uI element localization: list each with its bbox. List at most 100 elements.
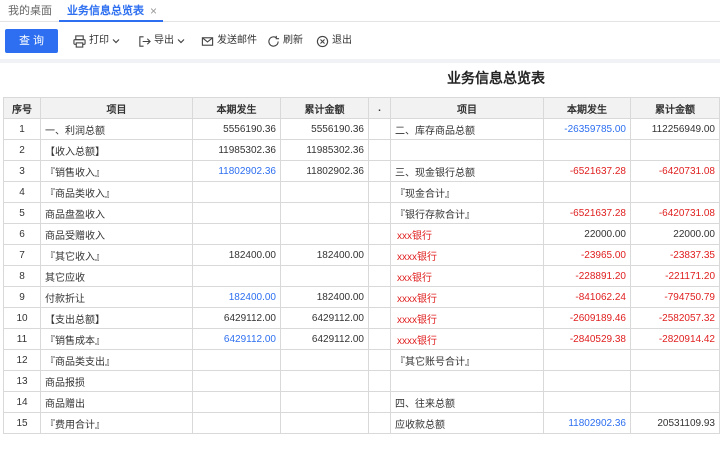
row-current-2 [543, 349, 631, 371]
refresh-label: 刷新 [283, 35, 303, 46]
row-current [192, 265, 281, 287]
table-row[interactable]: 2 【收入总额】 11985302.36 11985302.36 [3, 139, 720, 161]
row-no: 9 [3, 286, 41, 308]
exit-label: 退出 [332, 35, 352, 46]
row-total [280, 391, 369, 413]
row-current-2: -23965.00 [543, 244, 631, 266]
row-total-2: -221171.20 [630, 265, 720, 287]
exit-button[interactable]: 退出 [316, 31, 352, 51]
col-header-total-2[interactable]: 累计金额 [630, 97, 720, 119]
row-current [192, 349, 281, 371]
row-no: 10 [3, 307, 41, 329]
row-separator [368, 412, 391, 434]
report-table: 序号 项目 本期发生 累计金额 . 项目 本期发生 累计金额 1 一、利润总额 … [3, 97, 720, 434]
tab-business-overview[interactable]: 业务信息总览表 × [59, 0, 163, 22]
col-header-current[interactable]: 本期发生 [192, 97, 281, 119]
row-separator [368, 118, 391, 140]
row-total: 182400.00 [280, 286, 369, 308]
row-no: 1 [3, 118, 41, 140]
row-current: 5556190.36 [192, 118, 281, 140]
row-total-2: -794750.79 [630, 286, 720, 308]
row-current-2: -841062.24 [543, 286, 631, 308]
row-no: 11 [3, 328, 41, 350]
tab-my-desktop[interactable]: 我的桌面 [8, 0, 52, 22]
table-row[interactable]: 7 『其它收入』 182400.00 182400.00 xxxx银行 -239… [3, 244, 720, 266]
print-button[interactable]: 打印 [73, 31, 120, 51]
table-row[interactable]: 9 付款折让 182400.00 182400.00 xxxx银行 -84106… [3, 286, 720, 308]
export-button[interactable]: 导出 [138, 31, 185, 51]
row-total-2: 22000.00 [630, 223, 720, 245]
row-item: 商品赠出 [40, 391, 193, 413]
row-separator [368, 286, 391, 308]
close-icon[interactable]: × [150, 0, 157, 22]
row-item: 【收入总额】 [40, 139, 193, 161]
print-label: 打印 [89, 35, 109, 46]
row-total [280, 181, 369, 203]
row-current-2 [543, 391, 631, 413]
table-row[interactable]: 5 商品盘盈收入 『银行存款合计』 -6521637.28 -6420731.0… [3, 202, 720, 224]
query-button[interactable]: 查 询 [5, 29, 58, 53]
row-no: 12 [3, 349, 41, 371]
table-row[interactable]: 11 『销售成本』 6429112.00 6429112.00 xxxx银行 -… [3, 328, 720, 350]
row-current-2[interactable]: 11802902.36 [543, 412, 631, 434]
export-icon [139, 35, 151, 47]
row-no: 15 [3, 412, 41, 434]
refresh-button[interactable]: 刷新 [267, 31, 303, 51]
row-current-2 [543, 181, 631, 203]
table-row[interactable]: 8 其它应收 xxx银行 -228891.20 -221171.20 [3, 265, 720, 287]
row-total [280, 202, 369, 224]
table-row[interactable]: 4 『商品类收入』 『现金合计』 [3, 181, 720, 203]
table-row[interactable]: 10 【支出总额】 6429112.00 6429112.00 xxxx银行 -… [3, 307, 720, 329]
table-row[interactable]: 13 商品报损 [3, 370, 720, 392]
row-bank-name: xxx银行 [390, 223, 544, 245]
col-header-total[interactable]: 累计金额 [280, 97, 369, 119]
row-no: 8 [3, 265, 41, 287]
row-separator [368, 370, 391, 392]
row-separator [368, 328, 391, 350]
mail-icon [201, 36, 214, 46]
report-title: 业务信息总览表 [447, 70, 545, 86]
row-item: 商品盘盈收入 [40, 202, 193, 224]
col-header-item[interactable]: 项目 [40, 97, 193, 119]
row-total-2: -23837.35 [630, 244, 720, 266]
row-current[interactable]: 182400.00 [192, 286, 281, 308]
table-row[interactable]: 14 商品赠出 四、往来总额 [3, 391, 720, 413]
row-separator [368, 307, 391, 329]
row-current [192, 391, 281, 413]
row-total-2: -6420731.08 [630, 202, 720, 224]
row-no: 4 [3, 181, 41, 203]
row-total [280, 349, 369, 371]
close-circle-icon [316, 35, 329, 47]
col-header-item-2[interactable]: 项目 [390, 97, 544, 119]
row-current [192, 181, 281, 203]
tab-bar: 我的桌面 业务信息总览表 × [0, 0, 720, 22]
table-row[interactable]: 3 『销售收入』 11802902.36 11802902.36 三、现金银行总… [3, 160, 720, 182]
row-current[interactable]: 11802902.36 [192, 160, 281, 182]
table-row[interactable]: 6 商品受赠收入 xxx银行 22000.00 22000.00 [3, 223, 720, 245]
row-total: 182400.00 [280, 244, 369, 266]
col-header-separator: . [368, 97, 391, 119]
row-current [192, 223, 281, 245]
row-current-2: -6521637.28 [543, 202, 631, 224]
table-row[interactable]: 15 『费用合计』 应收款总额 11802902.36 20531109.93 [3, 412, 720, 434]
row-current[interactable]: 6429112.00 [192, 328, 281, 350]
row-item: 付款折让 [40, 286, 193, 308]
table-row[interactable]: 12 『商品类支出』 『其它账号合计』 [3, 349, 720, 371]
row-total: 11802902.36 [280, 160, 369, 182]
table-row[interactable]: 1 一、利润总额 5556190.36 5556190.36 二、库存商品总额 … [3, 118, 720, 140]
row-current-2 [543, 370, 631, 392]
row-no: 6 [3, 223, 41, 245]
row-total-2: -2820914.42 [630, 328, 720, 350]
col-header-no[interactable]: 序号 [3, 97, 41, 119]
row-total-2 [630, 349, 720, 371]
row-total: 5556190.36 [280, 118, 369, 140]
row-current-2: -2840529.38 [543, 328, 631, 350]
row-current-2[interactable]: -26359785.00 [543, 118, 631, 140]
row-bank-name: xxxx银行 [390, 307, 544, 329]
row-item: 商品报损 [40, 370, 193, 392]
row-total-2 [630, 181, 720, 203]
send-mail-button[interactable]: 发送邮件 [201, 31, 257, 51]
row-no: 5 [3, 202, 41, 224]
toolbar-divider [0, 59, 720, 63]
col-header-current-2[interactable]: 本期发生 [543, 97, 631, 119]
